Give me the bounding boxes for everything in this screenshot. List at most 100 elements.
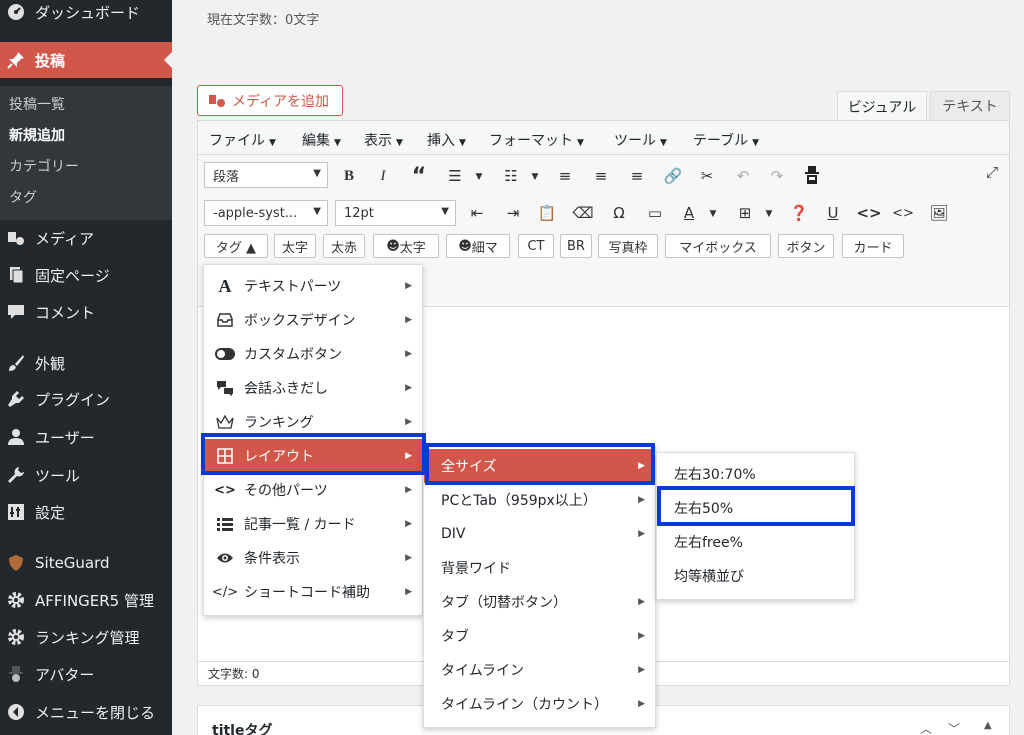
align-right-icon[interactable]: ≡ bbox=[626, 165, 648, 187]
collapse-toggle-icon[interactable]: ▲ bbox=[984, 720, 992, 731]
tab-visual[interactable]: ビジュアル bbox=[837, 91, 927, 121]
tab-text[interactable]: テキスト bbox=[930, 91, 1010, 121]
sidebar-item-avatar[interactable]: アバター bbox=[0, 656, 172, 692]
bullet-list-icon[interactable]: ☰ bbox=[444, 165, 466, 187]
sidebar-item-ranking[interactable]: ランキング管理 bbox=[0, 619, 172, 655]
menu-item-all-sizes[interactable]: 全サイズ ▶ bbox=[424, 449, 655, 483]
sidebar-item-posts[interactable]: 投稿 bbox=[0, 42, 172, 78]
quicktag-bold-button[interactable]: 太字 bbox=[274, 234, 316, 258]
menu-item-tab[interactable]: タブ ▶ bbox=[424, 619, 655, 653]
menu-item-box-design[interactable]: ボックスデザイン ▶ bbox=[204, 303, 422, 337]
blockquote-icon[interactable]: “ bbox=[408, 164, 430, 189]
menu-insert[interactable]: 挿入 ▼ bbox=[427, 130, 466, 150]
quicktag-bold-red-button[interactable]: 太赤 bbox=[323, 234, 365, 258]
sidebar-item-tools[interactable]: ツール bbox=[0, 457, 172, 493]
outdent-icon[interactable]: ⇤ bbox=[466, 202, 488, 224]
image-icon[interactable]: 🖼 bbox=[928, 202, 950, 224]
menu-item-timeline[interactable]: タイムライン ▶ bbox=[424, 653, 655, 687]
paste-text-icon[interactable]: 📋 bbox=[536, 202, 558, 224]
undo-icon[interactable]: ↶ bbox=[732, 165, 754, 187]
submenu-item-add-new[interactable]: 新規追加 bbox=[9, 125, 65, 145]
menu-item-lr-50[interactable]: 左右50% bbox=[657, 491, 854, 525]
quicktag-photo-frame-button[interactable]: 写真枠 bbox=[598, 234, 658, 258]
sidebar-item-dashboard[interactable]: ダッシュボード bbox=[0, 0, 172, 30]
quicktag-bold-avatar-button[interactable]: ☻ 太字 bbox=[373, 234, 439, 258]
menu-item-layout[interactable]: レイアウト ▶ bbox=[204, 439, 422, 473]
sidebar-item-affinger[interactable]: AFFINGER5 管理 bbox=[0, 582, 172, 618]
table-icon[interactable]: ⊞ bbox=[734, 202, 756, 224]
horizontal-rule-icon[interactable]: ▭ bbox=[644, 202, 666, 224]
sidebar-item-appearance[interactable]: 外観 bbox=[0, 345, 172, 381]
menu-item-speech-bubble[interactable]: 会話ふきだし ▶ bbox=[204, 371, 422, 405]
special-char-icon[interactable]: Ω bbox=[608, 202, 630, 224]
menu-tools[interactable]: ツール ▼ bbox=[614, 130, 667, 150]
code-icon[interactable]: <> bbox=[856, 202, 881, 224]
menu-format[interactable]: フォーマット ▼ bbox=[489, 130, 584, 150]
menu-file[interactable]: ファイル ▼ bbox=[209, 130, 276, 150]
chevron-down-icon[interactable]: ▼ bbox=[758, 203, 780, 225]
sidebar-item-plugins[interactable]: プラグイン bbox=[0, 381, 172, 417]
menu-item-lr-30-70[interactable]: 左右30:70% bbox=[657, 457, 854, 491]
sidebar-item-users[interactable]: ユーザー bbox=[0, 419, 172, 455]
italic-icon[interactable]: I bbox=[372, 165, 394, 187]
sidebar-item-settings[interactable]: 設定 bbox=[0, 494, 172, 530]
menu-item-other-parts[interactable]: <> その他パーツ ▶ bbox=[204, 473, 422, 507]
menu-item-shortcode[interactable]: </> ショートコード補助 ▶ bbox=[204, 575, 422, 609]
menu-item-div[interactable]: DIV ▶ bbox=[424, 517, 655, 551]
menu-label: 背景ワイド bbox=[441, 561, 511, 577]
menu-item-lr-free[interactable]: 左右free% bbox=[657, 525, 854, 559]
menu-item-equal-row[interactable]: 均等横並び bbox=[657, 559, 854, 593]
eraser-icon[interactable]: ⌫ bbox=[572, 202, 594, 224]
fullscreen-icon[interactable]: ⤢ bbox=[981, 161, 1003, 183]
redo-icon[interactable]: ↷ bbox=[766, 165, 788, 187]
menu-edit[interactable]: 編集 ▼ bbox=[302, 130, 341, 150]
numbered-list-icon[interactable]: ☷ bbox=[500, 165, 522, 187]
align-left-icon[interactable]: ≡ bbox=[554, 165, 576, 187]
add-media-button[interactable]: メディアを追加 bbox=[197, 85, 343, 116]
menu-item-article-list[interactable]: 記事一覧 / カード ▶ bbox=[204, 507, 422, 541]
chevron-down-icon[interactable]: ▼ bbox=[468, 166, 490, 188]
help-icon[interactable]: ❓ bbox=[788, 202, 810, 224]
chevron-down-icon[interactable]: ▼ bbox=[524, 166, 546, 188]
format-select[interactable]: 段落 ▼ bbox=[204, 162, 328, 188]
font-family-select[interactable]: -apple-syst... ▼ bbox=[204, 200, 328, 226]
quicktag-mybox-button[interactable]: マイボックス bbox=[665, 234, 771, 258]
sidebar-item-collapse[interactable]: メニューを閉じる bbox=[0, 694, 172, 730]
menu-item-pc-tab[interactable]: PCとTab（959px以上） ▶ bbox=[424, 483, 655, 517]
menu-view[interactable]: 表示 ▼ bbox=[364, 130, 403, 150]
font-size-select[interactable]: 12pt ▼ bbox=[335, 200, 456, 226]
sidebar-item-media[interactable]: メディア bbox=[0, 220, 172, 256]
chevron-down-icon[interactable]: ﹀ bbox=[948, 720, 960, 735]
unlink-icon[interactable]: ✂ bbox=[696, 165, 718, 187]
align-center-icon[interactable]: ≡ bbox=[590, 165, 612, 187]
menu-item-ranking[interactable]: ランキング ▶ bbox=[204, 405, 422, 439]
submenu-item-categories[interactable]: カテゴリー bbox=[9, 156, 79, 176]
quicktag-tag-button[interactable]: タグ ▲ bbox=[204, 234, 268, 258]
avatar-icon[interactable] bbox=[801, 164, 823, 186]
menu-table[interactable]: テーブル ▼ bbox=[693, 130, 759, 150]
menu-item-wide-bg[interactable]: 背景ワイド bbox=[424, 551, 655, 585]
quicktag-br-button[interactable]: BR bbox=[560, 234, 592, 258]
submenu-item-tags[interactable]: タグ bbox=[9, 187, 37, 207]
quicktag-ct-button[interactable]: CT bbox=[518, 234, 554, 258]
menu-item-timeline-count[interactable]: タイムライン（カウント） ▶ bbox=[424, 687, 655, 721]
underline-icon[interactable]: U bbox=[822, 202, 844, 224]
menu-item-text-parts[interactable]: A テキストパーツ ▶ bbox=[204, 269, 422, 303]
sidebar-item-siteguard[interactable]: SiteGuard bbox=[0, 545, 172, 581]
menu-item-custom-button[interactable]: カスタムボタン ▶ bbox=[204, 337, 422, 371]
bold-icon[interactable]: B bbox=[338, 165, 360, 187]
submenu-item-all-posts[interactable]: 投稿一覧 bbox=[9, 94, 65, 114]
chevron-down-icon[interactable]: ▼ bbox=[702, 203, 724, 225]
code-inline-icon[interactable]: <> bbox=[892, 202, 914, 224]
quicktag-thin-marker-button[interactable]: ☻ 細マ bbox=[446, 234, 510, 258]
quicktag-card-button[interactable]: カード bbox=[842, 234, 904, 258]
quicktag-button-button[interactable]: ボタン bbox=[778, 234, 834, 258]
sidebar-item-comments[interactable]: コメント bbox=[0, 294, 172, 330]
menu-item-tab-toggle[interactable]: タブ（切替ボタン） ▶ bbox=[424, 585, 655, 619]
chevron-up-icon[interactable]: ︿ bbox=[920, 720, 932, 735]
menu-item-conditional[interactable]: 条件表示 ▶ bbox=[204, 541, 422, 575]
text-color-icon[interactable]: A bbox=[678, 202, 700, 224]
indent-icon[interactable]: ⇥ bbox=[502, 202, 524, 224]
sidebar-item-pages[interactable]: 固定ページ bbox=[0, 257, 172, 293]
link-icon[interactable]: 🔗 bbox=[662, 165, 684, 187]
